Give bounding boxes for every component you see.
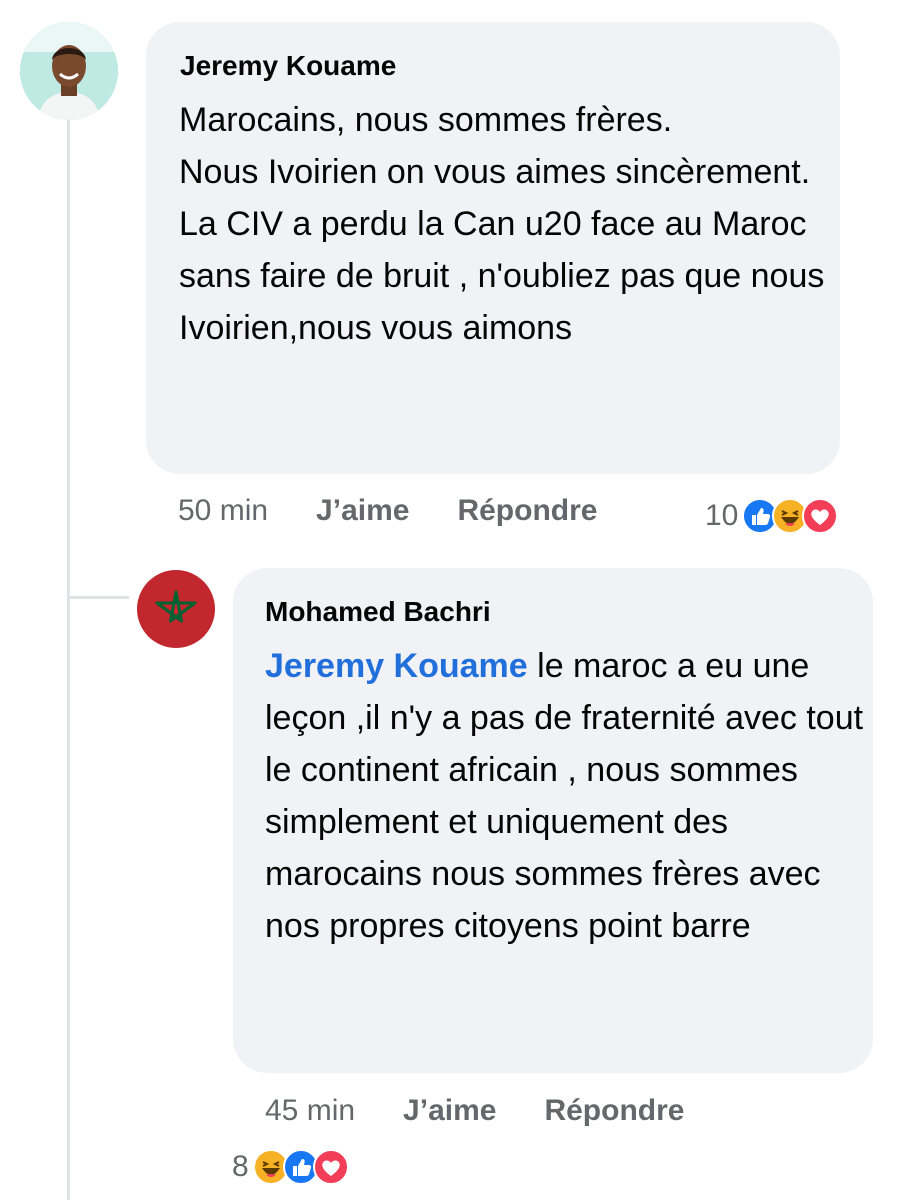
comment-text: Jeremy Kouame le maroc a eu une leçon ,i… bbox=[265, 640, 865, 952]
mention-link[interactable]: Jeremy Kouame bbox=[265, 647, 528, 685]
comment-actions: 45 min J’aime Répondre bbox=[265, 1094, 732, 1128]
comment-author[interactable]: Mohamed Bachri bbox=[265, 596, 491, 628]
like-button[interactable]: J’aime bbox=[316, 494, 409, 528]
love-icon bbox=[312, 1149, 349, 1185]
reaction-count: 10 bbox=[705, 499, 739, 532]
reply-connector bbox=[67, 596, 129, 599]
profile-photo-icon bbox=[20, 22, 118, 120]
love-icon bbox=[802, 498, 839, 534]
comment-bubble: Jeremy Kouame Marocains, nous sommes frè… bbox=[146, 22, 840, 474]
morocco-flag-icon bbox=[137, 570, 215, 648]
comment-timestamp[interactable]: 45 min bbox=[265, 1094, 355, 1128]
thread-line bbox=[67, 118, 70, 1200]
comment-actions: 50 min J’aime Répondre bbox=[178, 494, 645, 528]
avatar[interactable] bbox=[137, 570, 215, 648]
reaction-count: 8 bbox=[232, 1150, 249, 1183]
reaction-summary[interactable]: 8 bbox=[232, 1149, 349, 1185]
reply-bubble: Mohamed Bachri Jeremy Kouame le maroc a … bbox=[233, 568, 873, 1073]
reply-button[interactable]: Répondre bbox=[457, 494, 597, 528]
reaction-summary[interactable]: 10 bbox=[705, 498, 839, 534]
comment-text: Marocains, nous sommes frères. Nous Ivoi… bbox=[179, 101, 825, 347]
like-button[interactable]: J’aime bbox=[403, 1094, 496, 1128]
avatar[interactable] bbox=[20, 22, 118, 120]
comment-timestamp[interactable]: 50 min bbox=[178, 494, 268, 528]
comment-text-body: le maroc a eu une leçon ,il n'y a pas de… bbox=[265, 647, 864, 945]
comment-author[interactable]: Jeremy Kouame bbox=[180, 50, 396, 82]
reply-button[interactable]: Répondre bbox=[544, 1094, 684, 1128]
